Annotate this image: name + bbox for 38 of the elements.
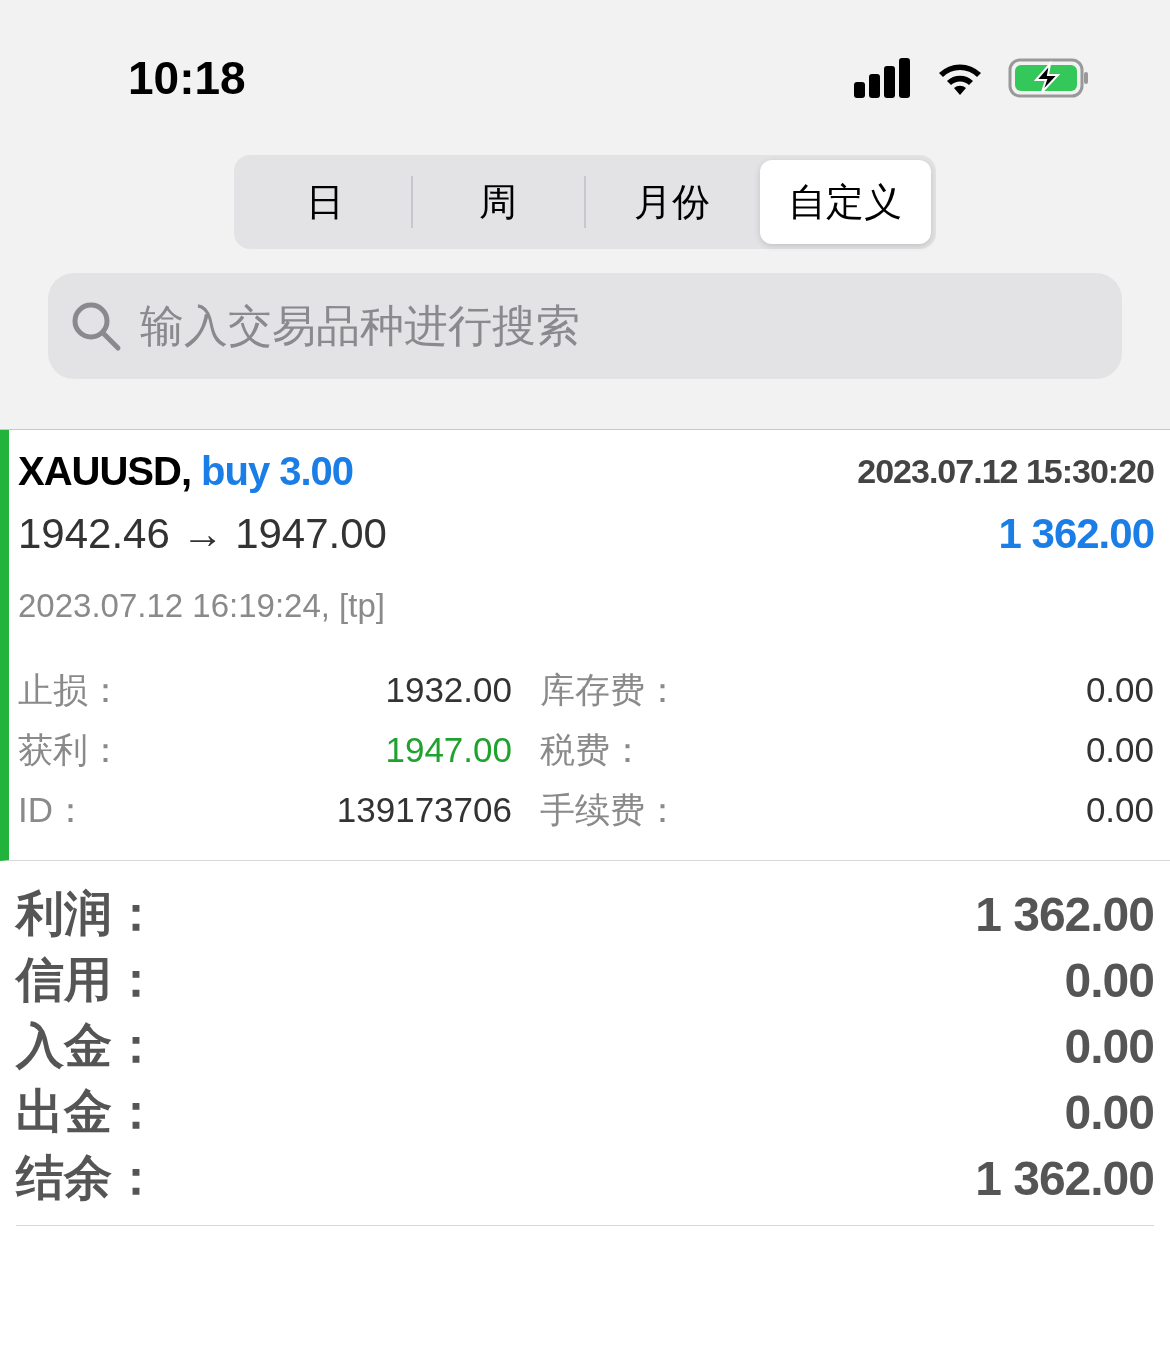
detail-label: 止损：: [18, 668, 123, 711]
summary-label: 出金：: [16, 1084, 160, 1140]
signal-icon: [854, 58, 912, 98]
search-field[interactable]: 输入交易品种进行搜索: [48, 273, 1122, 379]
detail-value: 1932.00: [385, 670, 512, 710]
symbol: XAUUSD,: [18, 448, 192, 493]
detail-value: 0.00: [1085, 790, 1154, 830]
period-tab[interactable]: 周: [412, 160, 584, 244]
summary-value: 1 362.00: [975, 886, 1154, 942]
detail-label: 获利：: [18, 728, 123, 771]
trade-card[interactable]: XAUUSD, buy 3.00 2023.07.12 15:30:20 1942.46 → 1947.00 1 362.00 2023.07.12 16:19:24, [tp] 止损： 1932.00 库存费： 0.00 获利： 1947.00 税费： 0.00 ID： 139173706 手续费： 0.00: [0, 430, 1170, 861]
detail-value: 139173706: [336, 790, 512, 830]
summary-value: 0.00: [1064, 1018, 1154, 1074]
detail-label: 手续费：: [540, 788, 680, 831]
open-time: 2023.07.12 15:30:20: [857, 451, 1154, 491]
detail-label: 库存费：: [540, 668, 680, 711]
close-info: 2023.07.12 16:19:24, [tp]: [18, 587, 385, 625]
detail-value: 1947.00: [385, 730, 512, 770]
period-tab[interactable]: 月份: [586, 160, 758, 244]
period-tab[interactable]: 日: [239, 160, 411, 244]
detail-value: 0.00: [1085, 670, 1154, 710]
detail-label: 税费：: [540, 728, 645, 771]
search-icon: [70, 300, 122, 352]
summary-value: 0.00: [1064, 952, 1154, 1008]
status-time: 10:18: [128, 51, 246, 106]
summary-label: 利润：: [16, 886, 160, 942]
summary-value: 0.00: [1064, 1084, 1154, 1140]
summary-label: 结余：: [16, 1150, 160, 1206]
period-tab[interactable]: 自定义: [759, 160, 931, 244]
detail-label: ID：: [18, 788, 88, 831]
trade-profit: 1 362.00: [998, 510, 1154, 558]
trade-side: buy 3.00: [201, 448, 354, 493]
detail-value: 0.00: [1085, 730, 1154, 770]
summary-label: 入金：: [16, 1018, 160, 1074]
price-range: 1942.46 → 1947.00: [18, 510, 387, 558]
battery-icon: [1008, 58, 1090, 98]
summary-label: 信用：: [16, 952, 160, 1008]
summary-value: 1 362.00: [975, 1150, 1154, 1206]
